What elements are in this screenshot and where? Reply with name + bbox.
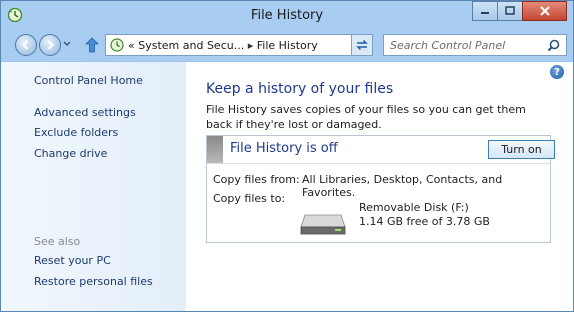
- page-title: Keep a history of your files: [206, 81, 394, 97]
- breadcrumb-item-system[interactable]: System and Secu...: [138, 39, 244, 52]
- close-button[interactable]: [522, 1, 567, 21]
- control-panel-icon: [110, 38, 124, 52]
- sidebar-item-exclude-folders[interactable]: Exclude folders: [34, 126, 118, 139]
- removable-disk-icon: [300, 214, 346, 235]
- file-history-window: File History « System and Secu... ▸ File…: [0, 0, 574, 312]
- drive-free-space: 1.14 GB free of 3.78 GB: [359, 215, 490, 228]
- sidebar-item-change-drive[interactable]: Change drive: [34, 147, 107, 160]
- sidebar-item-advanced-settings[interactable]: Advanced settings: [34, 106, 136, 119]
- status-text: File History is off: [230, 141, 338, 156]
- copy-to-label: Copy files to:: [213, 192, 286, 205]
- minimize-icon: [481, 12, 489, 14]
- up-arrow-icon[interactable]: [83, 36, 101, 54]
- main-content: ? Keep a history of your files File Hist…: [186, 62, 573, 311]
- search-placeholder: Search Control Panel: [390, 39, 506, 52]
- navigation-bar: « System and Secu... ▸ File History Sear…: [1, 31, 573, 61]
- refresh-icon: [356, 39, 368, 51]
- title-bar: File History: [1, 1, 573, 31]
- sidebar-item-control-panel-home[interactable]: Control Panel Home: [34, 74, 143, 87]
- page-description: File History saves copies of your files …: [206, 103, 526, 131]
- status-header: File History is off Turn on: [207, 136, 555, 164]
- forward-arrow-icon: [47, 40, 55, 50]
- refresh-button[interactable]: [351, 34, 373, 56]
- back-button[interactable]: [15, 34, 37, 56]
- copy-from-value: All Libraries, Desktop, Contacts, and Fa…: [302, 173, 503, 199]
- copy-from-label: Copy files from:: [213, 173, 300, 186]
- forward-button[interactable]: [39, 34, 61, 56]
- breadcrumb-item-file-history[interactable]: File History: [257, 39, 318, 52]
- search-input[interactable]: Search Control Panel: [383, 34, 567, 56]
- status-indicator: [207, 136, 223, 163]
- maximize-icon: [505, 6, 515, 15]
- breadcrumb: « System and Secu... ▸ File History: [128, 39, 318, 52]
- search-icon[interactable]: [547, 39, 560, 52]
- close-icon: [539, 6, 550, 16]
- address-bar[interactable]: « System and Secu... ▸ File History: [105, 34, 371, 56]
- minimize-button[interactable]: [472, 1, 498, 21]
- recent-pages-chevron-down-icon[interactable]: [63, 41, 71, 47]
- maximize-button[interactable]: [497, 1, 523, 21]
- back-arrow-icon: [21, 40, 29, 50]
- sidebar: Control Panel Home Advanced settings Exc…: [1, 62, 186, 311]
- caption-buttons: [472, 1, 567, 21]
- breadcrumb-overflow[interactable]: «: [128, 39, 135, 52]
- turn-on-button[interactable]: Turn on: [488, 140, 555, 159]
- file-history-status-panel: File History is off Turn on Copy files f…: [206, 135, 555, 243]
- help-icon[interactable]: ?: [550, 65, 564, 79]
- drive-name: Removable Disk (F:): [359, 201, 469, 214]
- sidebar-item-restore-personal-files[interactable]: Restore personal files: [34, 275, 153, 288]
- see-also-heading: See also: [34, 235, 81, 248]
- breadcrumb-separator[interactable]: ▸: [248, 39, 254, 52]
- sidebar-item-reset-your-pc[interactable]: Reset your PC: [34, 254, 111, 267]
